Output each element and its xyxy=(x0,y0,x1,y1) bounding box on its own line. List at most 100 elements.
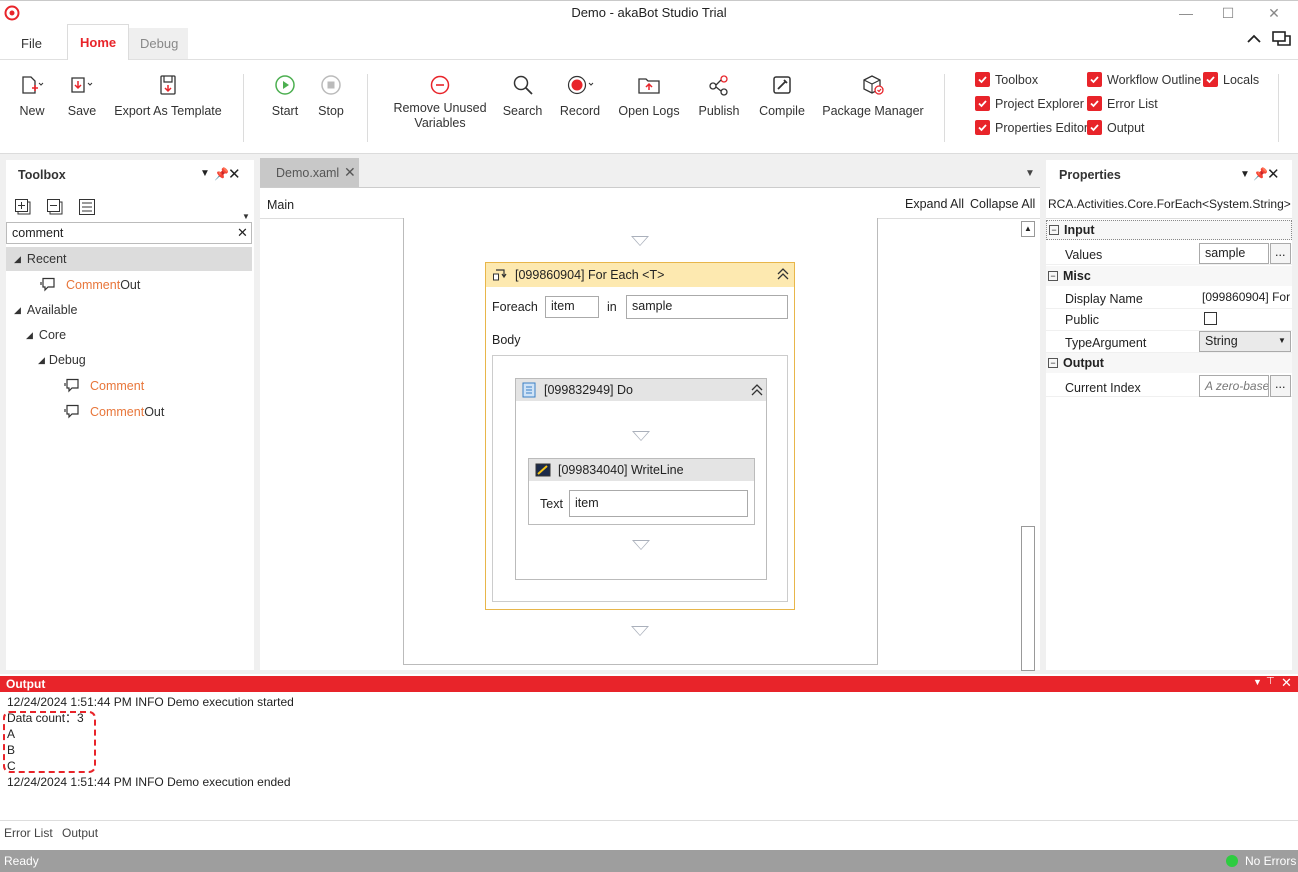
properties-editor-checkbox[interactable]: Properties Editor xyxy=(975,120,1088,135)
pin-icon[interactable]: 📌 xyxy=(1253,167,1268,181)
stop-button[interactable]: Stop xyxy=(312,70,350,118)
current-index-input[interactable]: A zero-base xyxy=(1199,375,1269,397)
tree-item-recent-comment-out[interactable]: Comment Out xyxy=(40,277,140,292)
section-misc[interactable]: − Misc xyxy=(1046,266,1292,286)
prop-row-public: Public xyxy=(1046,309,1292,331)
collapse-all-link[interactable]: Collapse All xyxy=(970,197,1035,211)
error-status-text[interactable]: No Errors xyxy=(1245,854,1296,868)
display-name-input[interactable]: [099860904] For xyxy=(1202,290,1292,304)
tab-debug[interactable]: Debug xyxy=(128,28,188,59)
project-explorer-checkbox[interactable]: Project Explorer xyxy=(975,96,1084,111)
compile-button[interactable]: Compile xyxy=(755,70,809,118)
scrollbar-thumb[interactable] xyxy=(1021,526,1035,671)
workflow-outline-check-label: Workflow Outline xyxy=(1107,72,1202,87)
tabs-dropdown-icon[interactable]: ▼ xyxy=(1025,168,1035,179)
close-button[interactable]: ✕ xyxy=(1256,3,1292,23)
search-label: Search xyxy=(502,104,543,118)
compile-icon xyxy=(755,70,809,100)
panel-dropdown-icon[interactable]: ▼ xyxy=(1240,169,1250,180)
tab-home[interactable]: Home xyxy=(67,24,130,60)
text-input[interactable]: item xyxy=(569,490,748,517)
output-checkbox[interactable]: Output xyxy=(1087,120,1145,135)
locals-check-label: Locals xyxy=(1223,72,1260,87)
current-index-ellipsis-button[interactable]: ... xyxy=(1270,375,1291,397)
toolbox-search-input[interactable]: comment xyxy=(6,222,252,244)
close-icon[interactable]: ✕ xyxy=(1281,675,1292,691)
pin-icon[interactable]: 📌 xyxy=(214,167,229,181)
feedback-icon[interactable] xyxy=(1272,30,1292,48)
list-view-icon[interactable] xyxy=(78,198,96,216)
close-tab-icon[interactable]: ✕ xyxy=(344,164,356,181)
section-input[interactable]: − Input xyxy=(1046,220,1292,240)
tab-file[interactable]: File xyxy=(9,28,54,59)
locals-checkbox[interactable]: Locals xyxy=(1203,72,1259,87)
values-ellipsis-button[interactable]: ... xyxy=(1270,243,1291,264)
writeline-title: [099834040] WriteLine xyxy=(558,463,684,477)
record-button[interactable]: Record xyxy=(555,70,605,118)
in-label: in xyxy=(607,300,617,314)
search-icon xyxy=(500,70,545,100)
open-logs-button[interactable]: Open Logs xyxy=(617,70,681,118)
comment-icon xyxy=(64,378,80,393)
bottom-tab-error-list[interactable]: Error List xyxy=(4,826,53,840)
close-icon[interactable]: ✕ xyxy=(228,165,241,183)
writeline-activity[interactable]: [099834040] WriteLine Text item xyxy=(528,458,755,525)
tree-node-debug[interactable]: ◢ Debug xyxy=(38,353,86,367)
maximize-button[interactable]: ☐ xyxy=(1210,3,1246,23)
foreach-activity[interactable]: [099860904] For Each <T> Foreach item in… xyxy=(485,262,795,610)
package-manager-button[interactable]: Package Manager xyxy=(822,70,924,118)
collapse-ribbon-icon[interactable] xyxy=(1245,30,1263,48)
collapse-activity-icon[interactable] xyxy=(776,267,790,281)
tree-node-core[interactable]: ◢ Core xyxy=(26,328,66,342)
pin-icon[interactable]: ⊤ xyxy=(1266,676,1275,687)
panel-dropdown-icon[interactable]: ▼ xyxy=(1253,677,1262,687)
tree-item-comment-out[interactable]: Comment Out xyxy=(64,404,164,419)
stop-label: Stop xyxy=(318,104,344,118)
workflow-outline-checkbox[interactable]: Workflow Outline xyxy=(1087,72,1201,87)
bottom-tab-output[interactable]: Output xyxy=(62,826,98,840)
foreach-variable-input[interactable]: item xyxy=(545,296,599,318)
public-checkbox[interactable] xyxy=(1204,312,1217,325)
clear-search-icon[interactable]: ✕ xyxy=(237,225,248,241)
collapse-activity-icon[interactable] xyxy=(750,383,764,397)
item-label-highlight: Comment xyxy=(90,404,145,419)
remove-unused-label-1: Remove Unused xyxy=(393,101,487,115)
scroll-up-button[interactable]: ▲ xyxy=(1021,221,1035,237)
publish-button[interactable]: Publish xyxy=(694,70,744,118)
item-label-highlight: Comment xyxy=(90,378,145,393)
tree-node-available[interactable]: ◢ Available xyxy=(14,303,77,317)
tab-demo-xaml[interactable]: Demo.xaml ✕ xyxy=(260,158,359,187)
new-button[interactable]: New xyxy=(12,70,52,118)
breadcrumb[interactable]: Main xyxy=(267,198,294,212)
writeline-icon xyxy=(535,463,551,477)
tree-item-comment[interactable]: Comment xyxy=(64,378,144,393)
properties-editor-check-label: Properties Editor xyxy=(995,120,1089,135)
publish-label: Publish xyxy=(698,104,740,118)
remove-unused-variables-button[interactable]: Remove Unused Variables xyxy=(390,70,490,131)
expand-all-icon[interactable] xyxy=(14,198,34,216)
minimize-button[interactable]: — xyxy=(1168,3,1204,23)
start-button[interactable]: Start xyxy=(266,70,304,118)
record-icon xyxy=(555,70,605,100)
error-list-checkbox[interactable]: Error List xyxy=(1087,96,1158,111)
foreach-values-input[interactable]: sample xyxy=(626,295,788,319)
writeline-header: [099834040] WriteLine xyxy=(529,459,754,481)
designer-panel: Main Expand All Collapse All [099860904]… xyxy=(260,187,1040,671)
values-input[interactable]: sample xyxy=(1199,243,1269,264)
checkbox-checked-icon xyxy=(975,72,990,87)
panel-dropdown-icon[interactable]: ▼ xyxy=(200,168,210,179)
toolbox-checkbox[interactable]: Toolbox xyxy=(975,72,1038,87)
export-template-button[interactable]: Export As Template xyxy=(112,70,224,118)
close-icon[interactable]: ✕ xyxy=(1267,165,1280,183)
expand-all-link[interactable]: Expand All xyxy=(905,197,964,211)
stop-icon xyxy=(312,70,350,100)
do-activity[interactable]: [099832949] Do [099834040] WriteLine Tex… xyxy=(515,378,767,580)
toolbox-title: Toolbox xyxy=(18,168,66,182)
search-button[interactable]: Search xyxy=(500,70,545,118)
tree-node-recent[interactable]: ◢ Recent xyxy=(6,247,252,271)
save-button[interactable]: Save xyxy=(62,70,102,118)
scroll-down-icon[interactable]: ▼ xyxy=(242,212,250,221)
collapse-all-icon[interactable] xyxy=(46,198,66,216)
section-output[interactable]: − Output xyxy=(1046,353,1292,373)
public-label: Public xyxy=(1065,313,1100,327)
